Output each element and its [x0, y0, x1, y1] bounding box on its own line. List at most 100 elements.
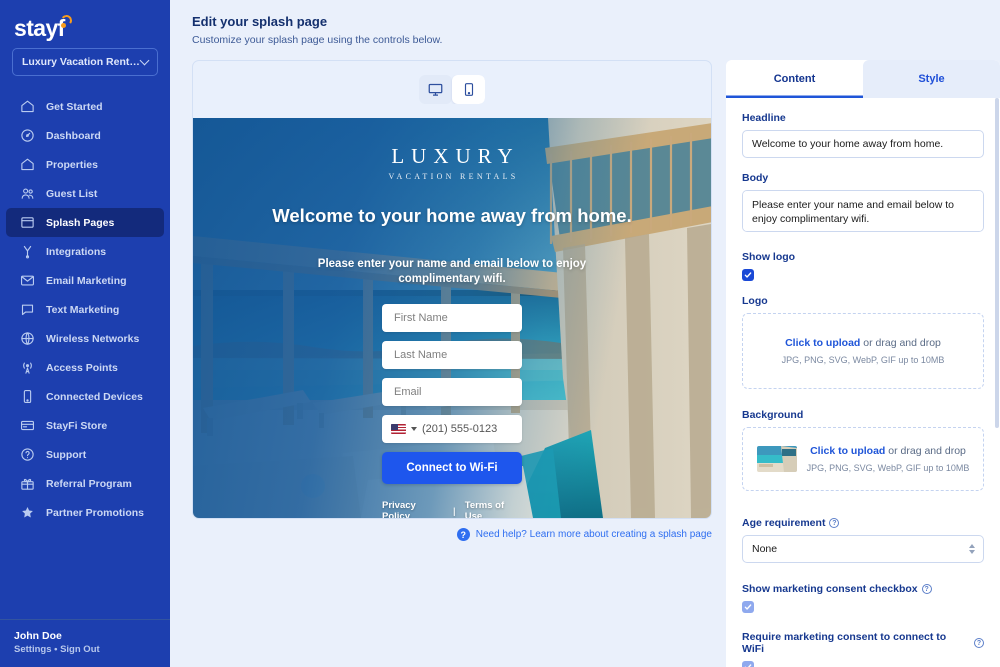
brand-logo[interactable]: stayf	[0, 0, 170, 46]
marketing-consent-label: Show marketing consent checkbox ?	[742, 583, 984, 595]
sidebar-item-label: Dashboard	[46, 129, 101, 142]
privacy-policy-link[interactable]: Privacy Policy	[382, 500, 444, 518]
sidebar-item-stayfi-store[interactable]: StayFi Store	[6, 411, 164, 440]
connect-to-wifi-button[interactable]: Connect to Wi-Fi	[382, 452, 522, 484]
sidebar-item-splash-pages[interactable]: Splash Pages	[6, 208, 164, 237]
sidebar-item-label: Wireless Networks	[46, 332, 140, 345]
sidebar-item-label: Connected Devices	[46, 390, 143, 403]
logo-upload-rest: or drag and drop	[860, 337, 941, 349]
tab-style[interactable]: Style	[863, 60, 1000, 98]
sidebar-item-wireless-networks[interactable]: Wireless Networks	[6, 324, 164, 353]
field-group-body: Body Please enter your name and email be…	[742, 172, 984, 237]
panel-scrollbar[interactable]	[995, 98, 999, 428]
question-circle-icon[interactable]: ?	[921, 584, 932, 594]
desktop-view-button[interactable]	[419, 75, 452, 104]
account-selector[interactable]: Luxury Vacation Rentals	[12, 48, 158, 76]
sidebar-item-get-started[interactable]: Get Started	[6, 92, 164, 121]
sidebar-item-dashboard[interactable]: Dashboard	[6, 121, 164, 150]
splash-headline: Welcome to your home away from home.	[272, 205, 632, 226]
splash-last-name-input[interactable]: Last Name	[382, 341, 522, 369]
page-title: Edit your splash page	[192, 14, 328, 29]
help-link[interactable]: Need help? Learn more about creating a s…	[476, 529, 712, 540]
mobile-view-button[interactable]	[452, 75, 485, 104]
body-label: Body	[742, 172, 769, 184]
splash-logo-secondary: VACATION RENTALS	[388, 172, 519, 181]
logo-upload-action[interactable]: Click to upload	[785, 337, 860, 349]
editor-panel: Content Style Headline Body Please enter…	[726, 60, 1000, 667]
splash-phone-input[interactable]: (201) 555-0123	[382, 415, 522, 443]
marketing-consent-checkbox[interactable]	[742, 601, 754, 613]
gauge-icon	[20, 128, 35, 143]
user-name: John Doe	[14, 630, 62, 642]
field-group-marketing-consent: Show marketing consent checkbox ?	[742, 583, 984, 613]
body-textarea[interactable]: Please enter your name and email below t…	[742, 190, 984, 232]
logo-dropzone[interactable]: Click to upload or drag and drop JPG, PN…	[742, 313, 984, 389]
editor-panel-body: Headline Body Please enter your name and…	[726, 98, 1000, 667]
gift-icon	[20, 476, 35, 491]
splash-preview: LUXURY VACATION RENTALS Welcome to your …	[193, 118, 711, 518]
background-thumbnail	[756, 446, 797, 472]
main-content: Edit your splash page Customize your spl…	[170, 0, 1000, 667]
sidebar-item-integrations[interactable]: Integrations	[6, 237, 164, 266]
headline-label: Headline	[742, 112, 786, 124]
sidebar-item-email-marketing[interactable]: Email Marketing	[6, 266, 164, 295]
credit-card-icon	[20, 418, 35, 433]
question-circle-icon[interactable]: ?	[974, 638, 984, 648]
logo-label: Logo	[742, 295, 768, 307]
sidebar-item-label: Properties	[46, 158, 98, 171]
brand-logo-text: stayf	[14, 14, 73, 40]
monitor-icon	[428, 83, 443, 96]
us-flag-icon	[391, 424, 406, 434]
require-consent-label: Require marketing consent to connect to …	[742, 631, 984, 655]
question-circle-icon[interactable]: ?	[829, 518, 840, 528]
user-block: John Doe Settings • Sign Out	[0, 619, 170, 667]
sidebar: stayf Luxury Vacation Rentals Get Starte…	[0, 0, 170, 667]
background-formats: JPG, PNG, SVG, WebP, GIF up to 10MB	[806, 463, 970, 473]
field-group-show-logo: Show logo	[742, 251, 984, 281]
show-logo-label: Show logo	[742, 251, 796, 263]
account-selector-label: Luxury Vacation Rentals	[22, 56, 141, 68]
user-links[interactable]: Settings • Sign Out	[14, 644, 156, 655]
browser-window-icon	[20, 215, 35, 230]
sidebar-item-properties[interactable]: Properties	[6, 150, 164, 179]
splash-email-input[interactable]: Email	[382, 378, 522, 406]
sidebar-item-label: Text Marketing	[46, 303, 120, 316]
marketing-consent-label-text: Show marketing consent checkbox	[742, 583, 918, 595]
sidebar-item-connected-devices[interactable]: Connected Devices	[6, 382, 164, 411]
sidebar-item-guest-list[interactable]: Guest List	[6, 179, 164, 208]
splash-body: Please enter your name and email below t…	[317, 258, 587, 285]
check-icon	[744, 604, 752, 610]
sidebar-item-label: Splash Pages	[46, 216, 115, 229]
tab-content[interactable]: Content	[726, 60, 863, 98]
preview-card: LUXURY VACATION RENTALS Welcome to your …	[192, 60, 712, 519]
background-dropzone[interactable]: Click to upload or drag and drop JPG, PN…	[742, 427, 984, 491]
require-consent-checkbox[interactable]	[742, 661, 754, 667]
sidebar-item-support[interactable]: Support	[6, 440, 164, 469]
show-logo-checkbox[interactable]	[742, 269, 754, 281]
background-upload-action[interactable]: Click to upload	[810, 445, 885, 457]
headline-input[interactable]	[742, 130, 984, 158]
sidebar-item-label: Get Started	[46, 100, 103, 113]
field-group-age-requirement: Age requirement ? None18+21+25+	[742, 517, 984, 563]
sidebar-item-referral-program[interactable]: Referral Program	[6, 469, 164, 498]
app-root: stayf Luxury Vacation Rentals Get Starte…	[0, 0, 1000, 667]
splash-form: First Name Last Name Email (201) 555-012…	[382, 304, 522, 518]
sidebar-item-partner-promotions[interactable]: Partner Promotions	[6, 498, 164, 527]
splash-first-name-input[interactable]: First Name	[382, 304, 522, 332]
antenna-icon	[20, 360, 35, 375]
check-icon	[744, 272, 752, 278]
sidebar-item-access-points[interactable]: Access Points	[6, 353, 164, 382]
page-header: Edit your splash page Customize your spl…	[170, 0, 1000, 46]
splash-inner: LUXURY VACATION RENTALS Welcome to your …	[193, 118, 711, 518]
chevron-down-icon	[139, 55, 150, 66]
splash-logo-primary: LUXURY	[391, 144, 520, 168]
age-requirement-select[interactable]: None18+21+25+	[742, 535, 984, 563]
field-group-background: Background Click to upload or drag and d…	[742, 409, 984, 491]
envelope-icon	[20, 273, 35, 288]
terms-of-use-link[interactable]: Terms of Use	[465, 500, 522, 518]
logo-formats: JPG, PNG, SVG, WebP, GIF up to 10MB	[781, 355, 945, 365]
node-branch-icon	[20, 244, 35, 259]
sidebar-item-label: Access Points	[46, 361, 118, 374]
sidebar-item-text-marketing[interactable]: Text Marketing	[6, 295, 164, 324]
sidebar-item-label: Integrations	[46, 245, 107, 258]
